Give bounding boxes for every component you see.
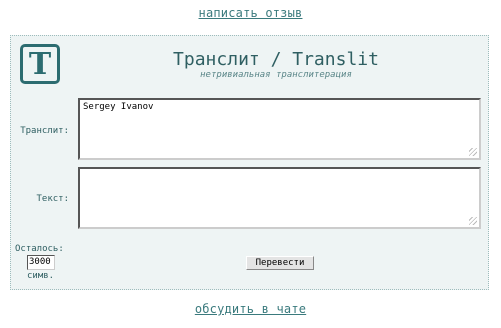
translit-label: Транслит: [20,126,69,136]
translit-textarea[interactable]: Sergey Ivanov [78,98,481,160]
text-label: Текст: [36,194,69,204]
resize-grip-icon[interactable] [469,148,477,156]
logo-letter: T [28,47,52,82]
remaining-label: Осталось: [15,244,64,254]
translit-panel: T Транслит / Translit нетривиальная тран… [10,35,489,290]
translate-button[interactable]: Перевести [246,256,314,270]
write-review-link[interactable]: написать отзыв [0,6,501,20]
remaining-counter: 3000 [27,255,55,270]
chars-label: симв. [27,271,55,281]
resize-grip-icon[interactable] [469,217,477,225]
page-subtitle: нетривиальная транслитерация [200,70,352,80]
translit-textarea-value: Sergey Ivanov [83,102,154,112]
translit-logo-icon: T [20,44,60,84]
page-title: Транслит / Translit [173,49,379,70]
text-textarea[interactable] [78,167,481,229]
discuss-in-chat-link[interactable]: обсудить в чате [0,302,501,316]
